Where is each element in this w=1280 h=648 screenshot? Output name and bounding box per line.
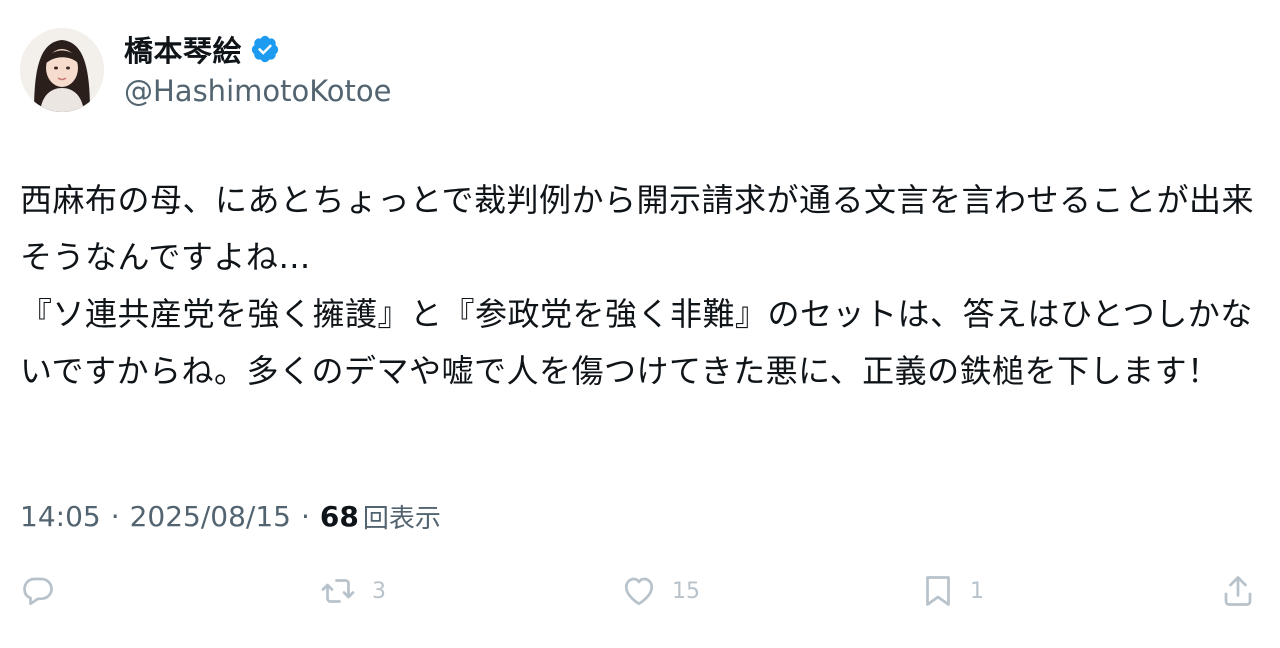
tweet-header: 橋本琴絵 @HashimotoKotoe	[20, 28, 392, 112]
avatar-photo	[20, 28, 104, 112]
reply-button[interactable]	[20, 566, 70, 616]
meta-separator: ·	[301, 499, 310, 533]
bookmark-count: 1	[970, 578, 984, 604]
retweet-count: 3	[372, 578, 386, 604]
action-bar: 3 15 1	[0, 566, 1280, 616]
views-label: 回表示	[362, 503, 441, 534]
retweet-icon	[321, 579, 355, 603]
retweet-button[interactable]: 3	[318, 566, 386, 616]
share-button[interactable]	[1220, 566, 1256, 616]
tweet-text: 西麻布の母、にあとちょっとで裁判例から開示請求が通る文言を言わせることが出来そう…	[20, 172, 1260, 400]
display-name[interactable]: 橋本琴絵	[124, 28, 242, 70]
meta-separator: ·	[110, 499, 120, 533]
verified-badge-icon[interactable]	[250, 34, 280, 64]
tweet-date[interactable]: 2025/08/15	[130, 500, 291, 533]
reply-icon	[23, 577, 53, 606]
tweet-paragraph: 西麻布の母、にあとちょっとで裁判例から開示請求が通る文言を言わせることが出来そう…	[20, 181, 1255, 276]
tweet-paragraph: 『ソ連共産党を強く擁護』と『参政党を強く非難』のセットは、答えはひとつしかないで…	[20, 295, 1253, 390]
like-button[interactable]: 15	[620, 566, 700, 616]
views-count: 68	[319, 499, 359, 533]
tweet-card: 橋本琴絵 @HashimotoKotoe 西麻布の母、にあとちょっとで裁判例から…	[0, 0, 1280, 648]
tweet-meta: 14:05 · 2025/08/15 · 68 回表示	[20, 492, 441, 540]
author-handle[interactable]: @HashimotoKotoe	[124, 71, 392, 111]
bookmark-button[interactable]: 1	[920, 566, 984, 616]
display-name-row: 橋本琴絵	[124, 29, 392, 69]
share-icon	[1224, 576, 1252, 606]
heart-icon	[624, 577, 654, 606]
avatar[interactable]	[20, 28, 104, 112]
author-names: 橋本琴絵 @HashimotoKotoe	[124, 29, 392, 111]
like-count: 15	[672, 578, 700, 604]
tweet-time[interactable]: 14:05	[20, 500, 101, 533]
bookmark-icon	[926, 576, 950, 606]
